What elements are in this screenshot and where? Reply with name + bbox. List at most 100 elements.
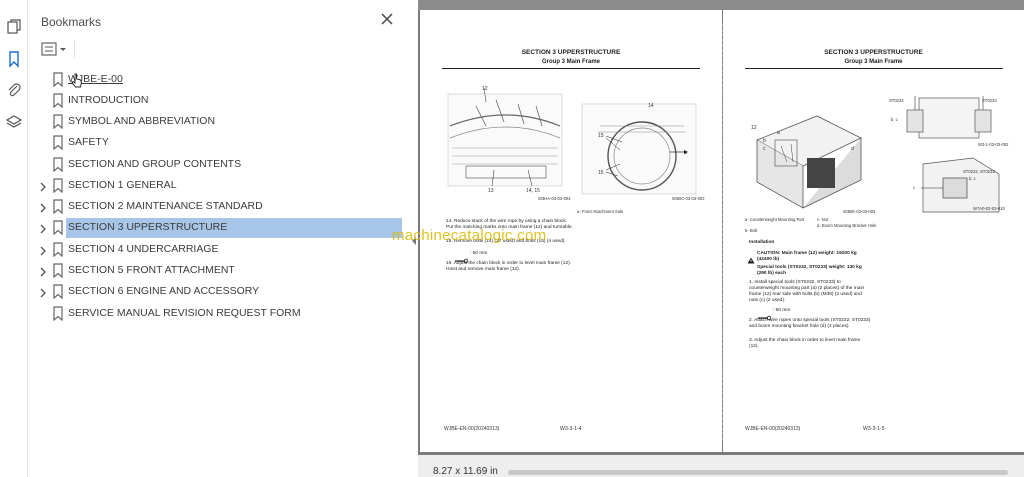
watermark-text: machinecatalogic.com	[392, 227, 547, 244]
legend-item: c- Nut	[817, 217, 829, 222]
figure-label: b, c	[891, 117, 898, 122]
legend-item: b- Bolt	[745, 228, 758, 233]
document-page-right: SECTION 3 UPPERSTRUCTURE Group 3 Main Fr…	[723, 10, 1024, 452]
main-frame-figure	[447, 87, 563, 187]
bookmark-label: SAFETY	[68, 136, 109, 148]
bookmark-icon	[52, 72, 64, 88]
panel-title: Bookmarks	[41, 15, 102, 29]
pointer-cursor-icon	[71, 73, 83, 89]
wrench-size: : 60 mm	[773, 308, 791, 313]
procedure-step: 16. Adjust the chain block in order to l…	[446, 261, 572, 272]
figure-callout: 15	[598, 133, 604, 139]
bookmark-item[interactable]: SECTION 5 FRONT ATTACHMENT	[28, 261, 410, 281]
main-frame-iso-figure	[756, 115, 862, 209]
procedure-step: 2. Attach wire ropes onto special tools …	[749, 318, 871, 329]
page-footer-code: WJBE-EN-00(20240313)	[444, 426, 500, 432]
bookmark-item[interactable]: SECTION 2 MAINTENANCE STANDARD	[28, 197, 410, 217]
section-heading: Installation	[749, 240, 775, 245]
bookmark-options-button[interactable]	[41, 41, 69, 57]
chevron-right-icon[interactable]	[38, 222, 48, 234]
figure-callout: d	[851, 146, 854, 152]
figure-callout: a	[684, 150, 687, 156]
chevron-right-icon[interactable]	[38, 201, 48, 213]
figure-caption: a- Front Attachment Side	[577, 209, 624, 214]
figure-label: b, c	[969, 176, 976, 181]
figure-callout: b	[763, 138, 766, 144]
page-section-title: SECTION 3 UPPERSTRUCTURE	[521, 49, 621, 56]
horizontal-scrollbar[interactable]	[508, 470, 1008, 475]
page-group-title: Group 3 Main Frame	[541, 59, 600, 65]
bookmark-item[interactable]: SECTION 1 GENERAL	[28, 176, 410, 196]
bookmark-label: SECTION 3 UPPERSTRUCTURE	[68, 221, 228, 233]
bookmark-item[interactable]: SYMBOL AND ABBREVIATION	[28, 112, 410, 132]
bookmark-icon	[52, 157, 64, 173]
wrench-size: : 50 mm	[470, 251, 488, 256]
bookmark-icon	[52, 93, 64, 109]
figure-callout: 13	[488, 188, 494, 194]
figure-callout: 14	[648, 103, 654, 109]
figure-code: W3BE-03-03-003	[843, 209, 876, 214]
bookmarks-panel: Bookmarks WJBE-E-00 INTRODUCTION SYMBOL …	[28, 0, 410, 477]
bookmark-label: SECTION 6 ENGINE AND ACCESSORY	[68, 285, 260, 297]
bookmark-item[interactable]: SECTION 6 ENGINE AND ACCESSORY	[28, 282, 410, 302]
page-number: W3-3-1-4	[560, 426, 582, 432]
procedure-step: 1. Install special tools (ST0232, ST0233…	[749, 280, 865, 303]
figure-callout: 15	[598, 170, 604, 176]
figure-callout: a	[777, 130, 780, 136]
caution-icon	[747, 251, 755, 269]
page-footer-code: WJBE-EN-00(20240313)	[745, 426, 801, 432]
bookmark-item[interactable]: SERVICE MANUAL REVISION REQUEST FORM	[28, 304, 410, 324]
figure-callout: c	[763, 146, 766, 152]
legend-item: d- Boom Mounting Bracket Hole	[817, 223, 877, 228]
bookmark-item[interactable]: SAFETY	[28, 133, 410, 153]
figure-label: c	[913, 185, 916, 190]
close-icon[interactable]	[380, 12, 394, 26]
pages-icon[interactable]	[5, 18, 23, 36]
bookmark-label: SECTION AND GROUP CONTENTS	[68, 158, 242, 170]
title-rule	[745, 68, 1003, 69]
navigation-rail	[0, 0, 28, 477]
figure-code: W3-1-03-03-002	[978, 142, 1009, 147]
bookmark-icon	[52, 263, 64, 279]
bookmark-label: INTRODUCTION	[68, 94, 149, 106]
bookmark-icon	[52, 220, 64, 236]
bookmark-item[interactable]: SECTION 4 UNDERCARRIAGE	[28, 240, 410, 260]
figure-code: W7A0-03-03-010	[973, 206, 1005, 211]
bookmark-item[interactable]: INTRODUCTION	[28, 91, 410, 111]
page-size-readout: 8.27 x 11.69 in	[433, 466, 498, 477]
bookmark-label: SECTION 2 MAINTENANCE STANDARD	[68, 200, 263, 212]
bookmark-item-selected[interactable]: SECTION 3 UPPERSTRUCTURE	[28, 218, 410, 238]
chevron-right-icon[interactable]	[38, 244, 48, 256]
chevron-right-icon[interactable]	[38, 286, 48, 298]
page-group-title: Group 3 Main Frame	[844, 59, 903, 65]
turntable-figure	[581, 103, 697, 195]
bookmark-icon	[52, 135, 64, 151]
bookmark-item[interactable]: WJBE-E-00	[28, 70, 410, 90]
page-section-title: SECTION 3 UPPERSTRUCTURE	[824, 49, 923, 56]
bookmark-icon	[52, 178, 64, 194]
bookmark-label: SECTION 4 UNDERCARRIAGE	[68, 243, 219, 255]
figure-code: W3BC-03-03-002	[672, 196, 705, 201]
figure-code: W3HA-03-03-004	[538, 196, 571, 201]
figure-callout: 14, 15	[526, 188, 540, 194]
special-tools-weight: Special tools (ST0232, ST0233) weight: 1…	[757, 265, 862, 276]
procedure-step: 3. Adjust the chain block in order to le…	[749, 338, 861, 349]
bookmark-item[interactable]: SECTION AND GROUP CONTENTS	[28, 155, 410, 175]
bookmark-label: SERVICE MANUAL REVISION REQUEST FORM	[68, 307, 301, 319]
layers-icon[interactable]	[5, 113, 23, 131]
document-top-edge	[418, 0, 1024, 10]
attachments-icon[interactable]	[5, 81, 23, 99]
bookmarks-icon[interactable]	[5, 50, 23, 68]
bookmark-label: SECTION 5 FRONT ATTACHMENT	[68, 264, 235, 276]
legend-item: a- Counterweight Mounting Part	[745, 217, 805, 222]
bookmark-icon	[52, 199, 64, 215]
page-number: W3-3-1-5	[863, 426, 885, 432]
bookmark-label: SECTION 1 GENERAL	[68, 179, 177, 191]
chevron-right-icon[interactable]	[38, 265, 48, 277]
bookmark-icon	[52, 306, 64, 322]
caution-text: CAUTION: Main frame (12) weight: 19200 k…	[757, 251, 857, 262]
figure-callout: 12	[482, 86, 488, 92]
chevron-right-icon[interactable]	[38, 180, 48, 192]
figure-label: ST0233	[982, 98, 997, 103]
bookmark-label: SYMBOL AND ABBREVIATION	[68, 115, 216, 127]
